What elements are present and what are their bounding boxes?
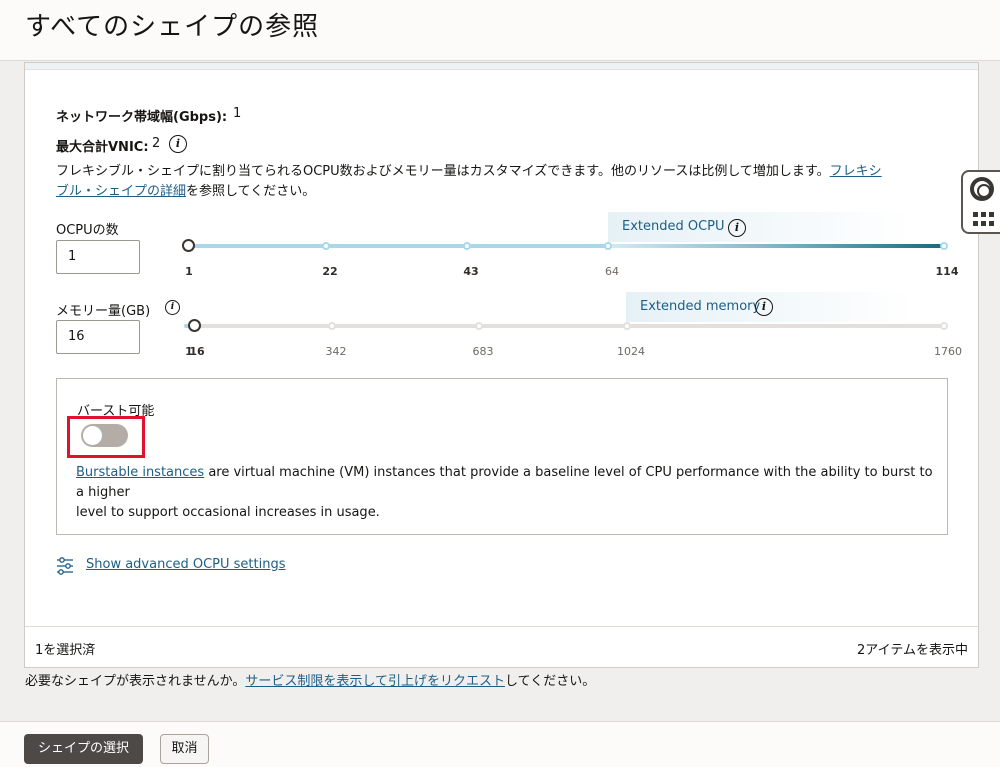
action-bar: シェイプの選択 取消 xyxy=(0,721,1000,767)
max-vnic-label: 最大合計VNIC: xyxy=(56,140,149,155)
memory-amount-input[interactable]: 16 xyxy=(56,320,140,354)
ocpu-tick-label: 1 xyxy=(185,265,193,278)
memory-tick-label: 342 xyxy=(325,345,347,358)
memory-tick-342[interactable] xyxy=(328,322,336,330)
ocpu-tick-label: 64 xyxy=(605,265,619,278)
max-vnic-info-icon[interactable]: i xyxy=(169,135,187,153)
ocpu-tick-64[interactable] xyxy=(604,242,612,250)
table-footer: 1を選択済 2アイテムを表示中 xyxy=(25,626,978,667)
memory-tick-label: 16 xyxy=(189,345,205,358)
memory-tick-label: 683 xyxy=(472,345,494,358)
ocpu-tick-label: 114 xyxy=(935,265,959,278)
ocpu-tick-label: 22 xyxy=(322,265,338,278)
selected-count: 1を選択済 xyxy=(35,643,96,658)
memory-tick-1024[interactable] xyxy=(623,322,631,330)
show-advanced-ocpu-link[interactable]: Show advanced OCPU settings xyxy=(86,557,286,572)
burstable-instances-link[interactable]: Burstable instances xyxy=(76,465,204,480)
memory-tick-label: 1024 xyxy=(617,345,645,358)
service-limits-link[interactable]: サービス制限を表示して引上げをリクエスト xyxy=(245,674,505,689)
missing-shape-note: 必要なシェイプが表示されませんか。サービス制限を表示して引上げをリクエストしてく… xyxy=(25,674,596,689)
extended-memory-label: Extended memory xyxy=(640,299,761,314)
select-shape-button[interactable]: シェイプの選択 xyxy=(24,734,143,764)
memory-amount-label: メモリー量(GB) xyxy=(56,304,151,319)
network-bandwidth-label: ネットワーク帯域幅(Gbps): xyxy=(56,110,228,125)
flex-shape-description: フレキシブル・シェイプに割り当てられるOCPU数およびメモリー量はカスタマイズで… xyxy=(56,164,882,179)
extended-ocpu-label: Extended OCPU xyxy=(622,219,725,234)
items-shown-count: 2アイテムを表示中 xyxy=(857,643,968,658)
ocpu-slider-track[interactable] xyxy=(188,244,608,248)
ocpu-count-input[interactable]: 1 xyxy=(56,240,140,274)
ocpu-tick-label: 43 xyxy=(463,265,479,278)
memory-tick-label: 1760 xyxy=(934,345,962,358)
burstable-toggle[interactable] xyxy=(81,424,128,447)
apps-grid-icon[interactable] xyxy=(973,212,994,226)
page-title: すべてのシェイプの参照 xyxy=(25,12,320,42)
memory-slider-thumb[interactable] xyxy=(188,319,201,332)
extended-ocpu-info-icon[interactable]: i xyxy=(728,219,746,237)
ocpu-tick-43[interactable] xyxy=(463,242,471,250)
toggle-knob xyxy=(83,426,102,445)
cancel-button[interactable]: 取消 xyxy=(160,734,209,764)
ocpu-tick-22[interactable] xyxy=(322,242,330,250)
flex-shape-details-link[interactable]: フレキシ xyxy=(830,164,882,179)
shape-details-panel xyxy=(24,62,979,668)
memory-slider-track[interactable] xyxy=(196,324,944,328)
panel-top-strip xyxy=(25,63,978,70)
memory-info-icon[interactable]: i xyxy=(165,300,180,315)
network-bandwidth-value: 1 xyxy=(233,106,242,121)
ocpu-extended-track[interactable] xyxy=(608,244,944,248)
page-header: すべてのシェイプの参照 xyxy=(0,0,1000,61)
lifebuoy-icon[interactable] xyxy=(970,177,994,201)
extended-memory-info-icon[interactable]: i xyxy=(755,298,773,316)
flex-shape-details-link-2[interactable]: ブル・シェイプの詳細 xyxy=(56,184,186,199)
ocpu-tick-114[interactable] xyxy=(940,242,948,250)
memory-tick-683[interactable] xyxy=(475,322,483,330)
max-vnic-value: 2 xyxy=(152,136,161,151)
memory-tick-1760[interactable] xyxy=(940,322,948,330)
ocpu-slider-thumb[interactable] xyxy=(182,239,195,252)
settings-sliders-icon xyxy=(57,557,73,575)
flex-shape-description-line2: ブル・シェイプの詳細を参照してください。 xyxy=(56,184,316,199)
help-widget[interactable] xyxy=(961,170,1000,234)
burstable-description: Burstable instances are virtual machine … xyxy=(76,465,933,520)
ocpu-count-label: OCPUの数 xyxy=(56,223,119,238)
